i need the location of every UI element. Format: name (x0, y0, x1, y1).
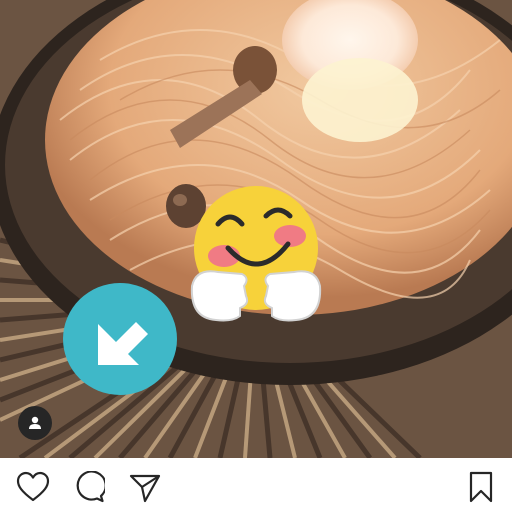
bookmark-icon (469, 471, 493, 503)
comment-icon (76, 471, 105, 503)
user-tag-icon (29, 416, 41, 429)
heart-icon (16, 471, 50, 502)
tag-people-button[interactable] (18, 406, 52, 440)
hugging-face-emoji (190, 186, 322, 322)
save-button[interactable] (464, 470, 498, 504)
like-button[interactable] (16, 470, 50, 504)
arrow-down-left-icon (63, 283, 177, 395)
paper-plane-icon (129, 474, 161, 503)
comment-button[interactable] (72, 470, 106, 504)
post-frame (0, 0, 512, 512)
post-action-bar (0, 458, 512, 512)
share-button[interactable] (128, 470, 162, 504)
